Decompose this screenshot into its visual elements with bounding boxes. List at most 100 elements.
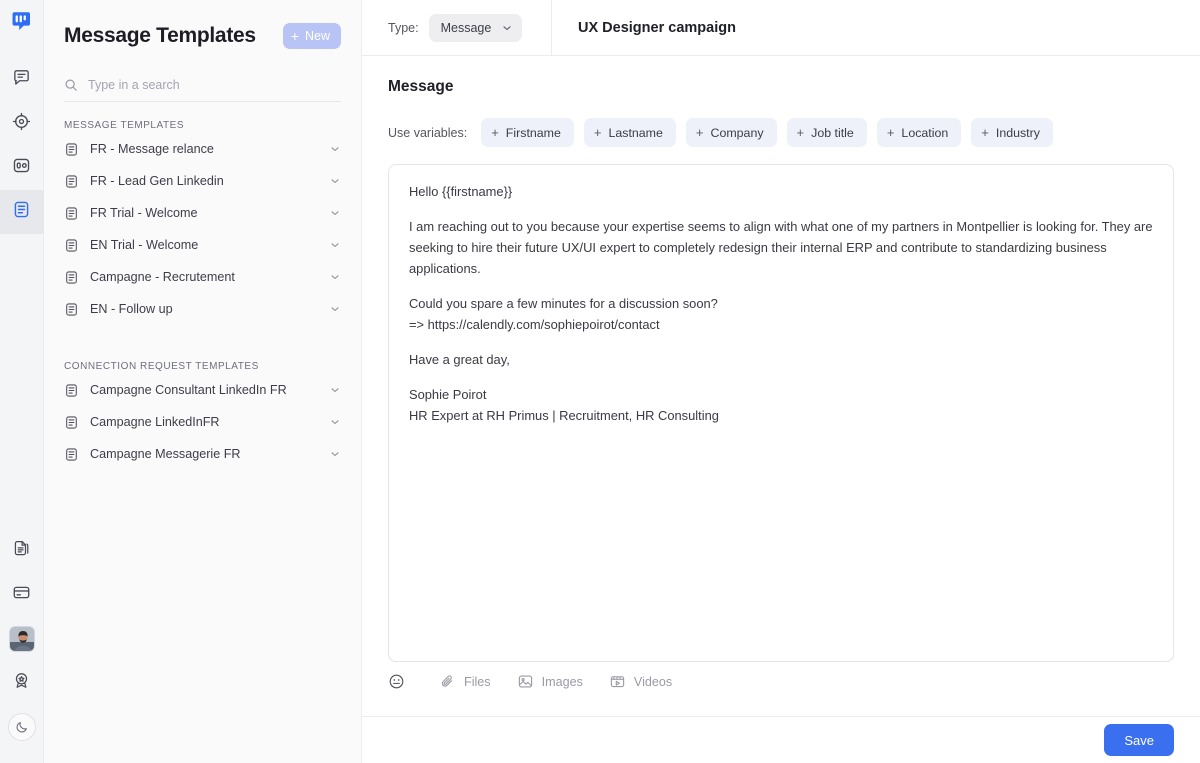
list-item[interactable]: Campagne Consultant LinkedIn FR — [56, 374, 349, 406]
search-box[interactable] — [64, 78, 341, 102]
document-lines-icon — [64, 270, 80, 285]
video-icon — [609, 673, 626, 690]
type-label: Type: — [388, 20, 419, 35]
app-root: Message Templates + New MESSAGE TEMPLATE… — [0, 0, 1200, 763]
image-icon — [517, 673, 534, 690]
variable-chip-location[interactable]: + Location — [876, 118, 962, 147]
group-label-message-templates: MESSAGE TEMPLATES — [64, 120, 185, 131]
variable-chip-label: Firstname — [505, 125, 561, 140]
panel-header: Message Templates + New — [44, 0, 361, 56]
images-label: Images — [541, 674, 583, 689]
footer-bar: Save — [362, 716, 1200, 763]
rail-top-group — [0, 58, 44, 234]
chevron-down-icon[interactable] — [329, 271, 341, 283]
plus-icon: + — [886, 125, 895, 140]
list-item[interactable]: EN Trial - Welcome — [56, 229, 349, 261]
save-button[interactable]: Save — [1104, 724, 1174, 756]
message-body-textarea[interactable]: Hello {{firstname}} I am reaching out to… — [388, 164, 1174, 662]
paperclip-icon — [439, 673, 456, 690]
rail-item-rewards[interactable] — [0, 661, 44, 705]
variable-chip-label: Lastname — [608, 125, 663, 140]
message-templates-list: FR - Message relance FR - Lead Gen Linke… — [44, 133, 361, 325]
variable-chip-firstname[interactable]: + Firstname — [481, 118, 574, 147]
rail-item-profile[interactable] — [0, 617, 44, 661]
message-square-icon — [12, 68, 31, 92]
stacked-files-icon — [12, 539, 31, 563]
new-template-label: New — [304, 29, 330, 43]
list-item[interactable]: FR - Lead Gen Linkedin — [56, 165, 349, 197]
chevron-down-icon[interactable] — [329, 416, 341, 428]
videos-label: Videos — [633, 674, 673, 689]
message-paragraph-2-line-2: => https://calendly.com/sophiepoirot/con… — [409, 317, 660, 332]
variables-label: Use variables: — [388, 125, 468, 140]
list-item-label: Campagne - Recrutement — [90, 270, 235, 284]
rail-item-billing[interactable] — [0, 573, 44, 617]
credit-card-icon — [12, 583, 31, 607]
variable-chip-company[interactable]: + Company — [685, 118, 777, 147]
chevron-down-icon[interactable] — [329, 448, 341, 460]
list-item[interactable]: EN - Follow up — [56, 293, 349, 325]
document-lines-icon — [64, 302, 80, 317]
type-dropdown[interactable]: Message — [428, 13, 523, 42]
chevron-down-icon[interactable] — [329, 207, 341, 219]
document-lines-icon — [64, 447, 80, 462]
variable-chip-job-title[interactable]: + Job title — [786, 118, 867, 147]
chevron-down-icon[interactable] — [329, 384, 341, 396]
new-template-button[interactable]: + New — [282, 23, 341, 49]
attachment-toolbar: Files Images Videos — [388, 673, 1174, 690]
variable-chip-label: Industry — [995, 125, 1040, 140]
templates-panel: Message Templates + New MESSAGE TEMPLATE… — [44, 0, 362, 763]
group-label-connection-request-templates: CONNECTION REQUEST TEMPLATES — [64, 361, 259, 372]
main-toolbar: Type: Message UX Designer campaign — [362, 0, 1200, 56]
app-logo[interactable] — [11, 11, 33, 38]
chevron-down-icon[interactable] — [329, 239, 341, 251]
list-item-label: FR - Message relance — [90, 142, 214, 156]
chevron-down-icon[interactable] — [329, 143, 341, 155]
list-item[interactable]: FR - Message relance — [56, 133, 349, 165]
document-lines-icon — [64, 383, 80, 398]
emoji-smiley-icon — [388, 673, 405, 690]
rail-item-dark-mode[interactable] — [0, 705, 44, 749]
message-paragraph-2-line-1: Could you spare a few minutes for a disc… — [409, 296, 718, 311]
list-item[interactable]: Campagne LinkedInFR — [56, 406, 349, 438]
rail-item-campaigns[interactable] — [0, 102, 44, 146]
campaign-title: UX Designer campaign — [578, 19, 736, 36]
rail-item-messages[interactable] — [0, 58, 44, 102]
main-area: Type: Message UX Designer campaign Messa… — [362, 0, 1200, 763]
list-item-label: Campagne Consultant LinkedIn FR — [90, 383, 287, 397]
list-item[interactable]: FR Trial - Welcome — [56, 197, 349, 229]
variable-chip-label: Location — [901, 125, 949, 140]
list-item-label: EN - Follow up — [90, 302, 173, 316]
search-input[interactable] — [88, 78, 341, 92]
variable-chip-lastname[interactable]: + Lastname — [583, 118, 676, 147]
list-item[interactable]: Campagne - Recrutement — [56, 261, 349, 293]
rail-item-inbox[interactable] — [0, 146, 44, 190]
chevron-down-icon[interactable] — [329, 175, 341, 187]
plus-icon: + — [796, 125, 805, 140]
files-button[interactable]: Files — [439, 673, 491, 690]
document-lines-icon — [64, 174, 80, 189]
message-greeting: Hello {{firstname}} — [409, 184, 513, 199]
variable-chip-industry[interactable]: + Industry — [971, 118, 1053, 147]
section-title: Message — [388, 78, 454, 95]
chevron-down-icon[interactable] — [329, 303, 341, 315]
list-item[interactable]: Campagne Messagerie FR — [56, 438, 349, 470]
message-closing: Have a great day, — [409, 352, 510, 367]
rail-bottom-group — [0, 529, 44, 749]
document-lines-icon — [12, 200, 31, 224]
rail-item-templates[interactable] — [0, 190, 44, 234]
message-paragraph-1: I am reaching out to you because your ex… — [409, 219, 1153, 276]
emoji-button[interactable] — [388, 673, 413, 690]
type-zone: Type: Message — [362, 0, 552, 55]
page-title: Message Templates — [64, 24, 256, 47]
list-item-label: FR - Lead Gen Linkedin — [90, 174, 224, 188]
plus-icon: + — [981, 125, 989, 140]
target-crosshair-icon — [12, 112, 31, 136]
videos-button[interactable]: Videos — [609, 673, 672, 690]
user-avatar-photo — [8, 626, 35, 652]
images-button[interactable]: Images — [517, 673, 583, 690]
plus-icon: + — [695, 125, 704, 140]
connection-request-templates-list: Campagne Consultant LinkedIn FR Campagne… — [44, 374, 361, 470]
rail-item-files[interactable] — [0, 529, 44, 573]
document-lines-icon — [64, 238, 80, 253]
